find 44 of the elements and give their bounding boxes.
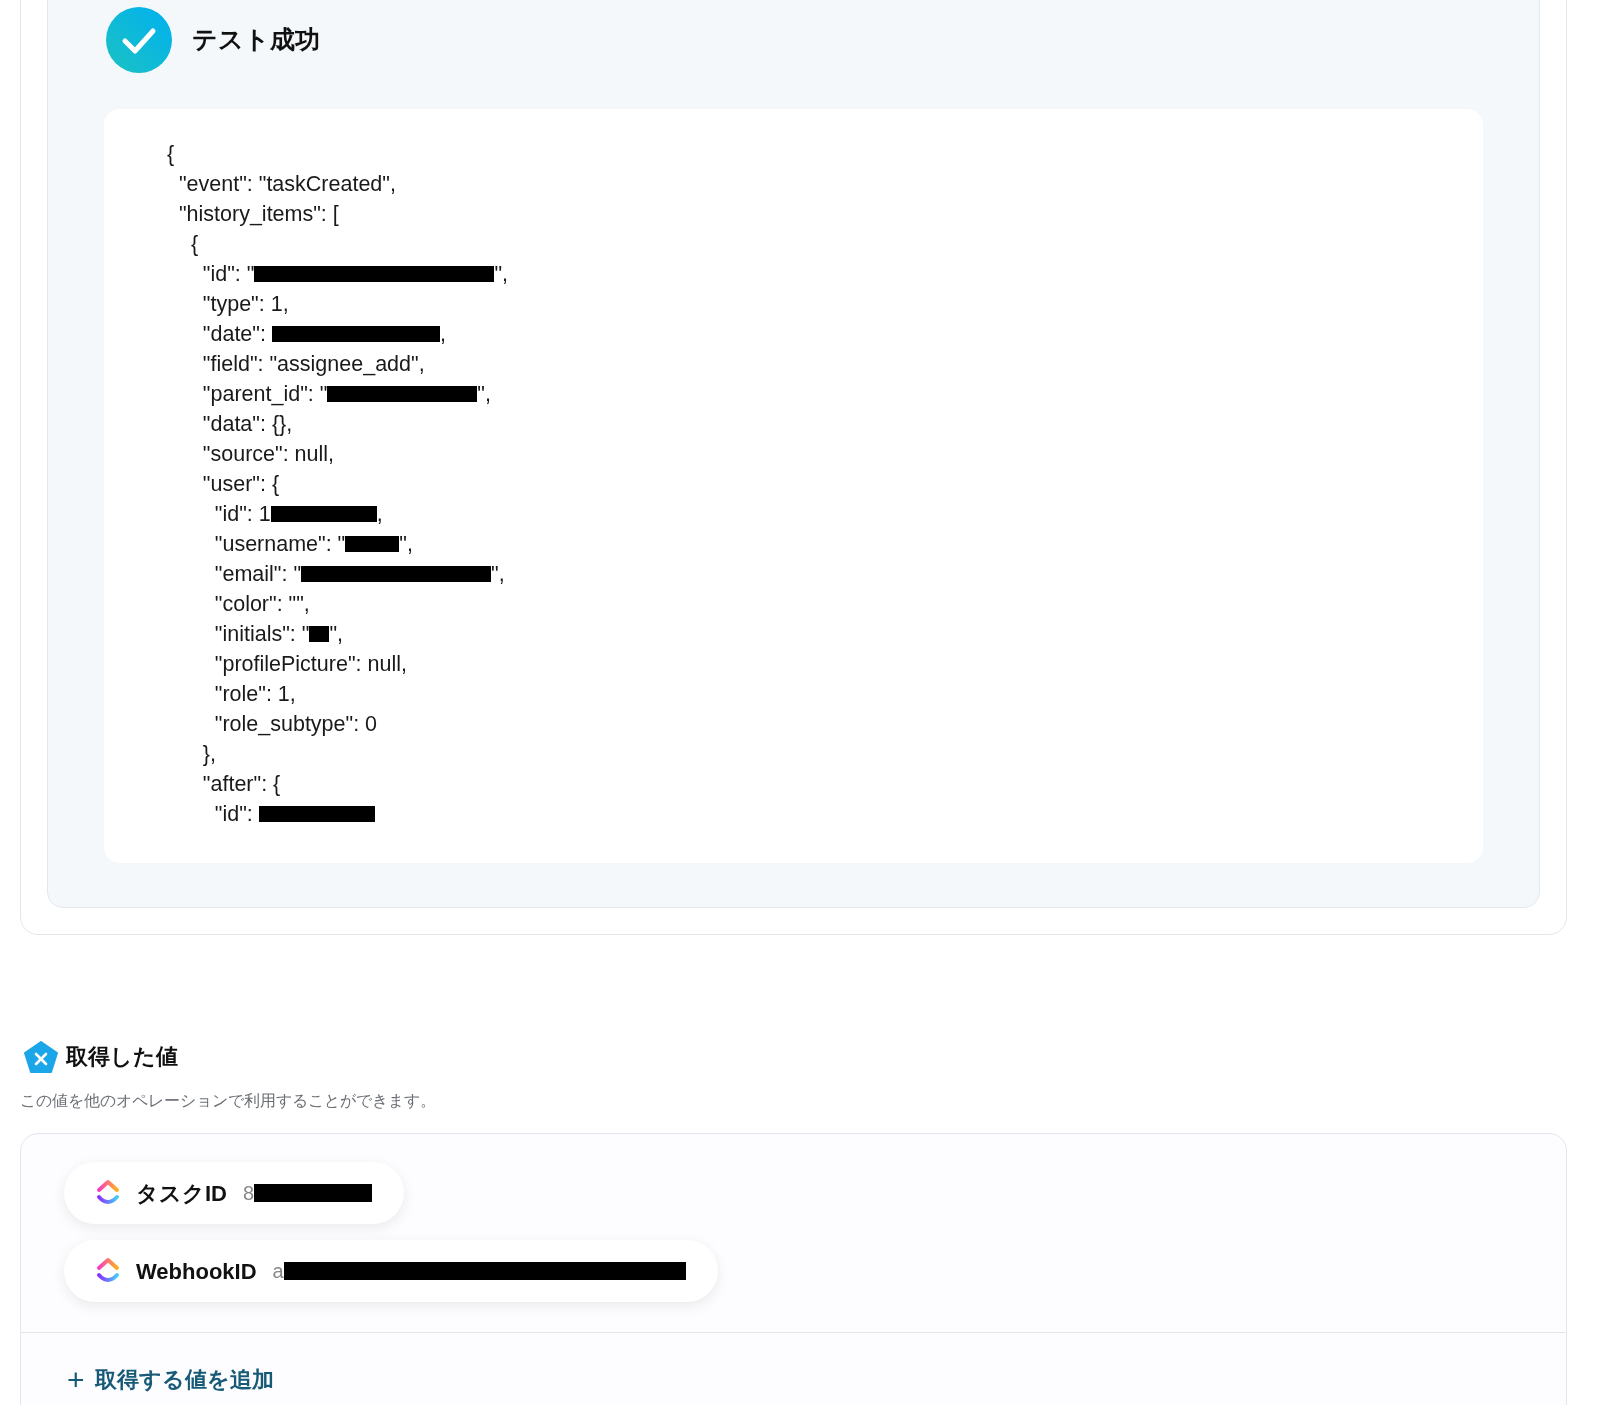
value-text: a — [272, 1259, 284, 1284]
value-label: タスクID — [136, 1179, 227, 1208]
logo-icon — [96, 1179, 120, 1207]
code-line: ", — [494, 260, 509, 288]
code-line: }, — [201, 740, 216, 768]
code-line: ", — [399, 530, 413, 558]
code-line: "role_subtype": 0 — [213, 710, 378, 738]
code-line: "data": {}, — [201, 410, 293, 438]
code-line: "color": "", — [213, 590, 310, 618]
code-line: "role": 1, — [213, 680, 296, 708]
section-description: この値を他のオペレーションで利用することができます。 — [20, 1091, 437, 1111]
value-chip[interactable]: WebhookID a — [64, 1240, 718, 1302]
code-line: "date": — [201, 320, 267, 348]
code-line: "id": 1 — [213, 500, 271, 528]
code-line: "parent_id": " — [201, 380, 328, 408]
code-line: ", — [491, 560, 505, 588]
plus-icon: + — [67, 1364, 85, 1395]
code-line: "type": 1, — [201, 290, 289, 318]
logo-icon — [96, 1257, 120, 1285]
value-chip[interactable]: タスクID 8 — [64, 1162, 405, 1224]
variable-icon — [24, 1040, 58, 1073]
code-line: "username": " — [213, 530, 346, 558]
code-line: "field": "assignee_add", — [201, 350, 425, 378]
code-line: ", — [329, 620, 343, 648]
code-line: { — [167, 140, 175, 168]
code-line: "id": " — [201, 260, 255, 288]
code-line: "email": " — [213, 560, 301, 588]
result-title: テスト成功 — [192, 24, 320, 56]
code-line: "history_items": [ — [177, 200, 339, 228]
code-line: "after": { — [201, 770, 281, 798]
value-label: WebhookID — [136, 1257, 257, 1286]
code-line: , — [439, 320, 446, 348]
code-line: "initials": " — [213, 620, 310, 648]
value-text: 8 — [243, 1181, 255, 1206]
code-line: "profilePicture": null, — [213, 650, 407, 678]
code-line: { — [189, 230, 199, 258]
code-line: "id": — [213, 800, 254, 828]
code-line: "event": "taskCreated", — [177, 170, 396, 198]
section-title: 取得した値 — [66, 1043, 178, 1071]
code-line: "user": { — [201, 470, 280, 498]
code-line: ", — [477, 380, 491, 408]
code-line: "source": null, — [201, 440, 335, 468]
code-line: , — [376, 500, 383, 528]
add-value-link[interactable]: + 取得する値を追加 — [67, 1363, 274, 1396]
